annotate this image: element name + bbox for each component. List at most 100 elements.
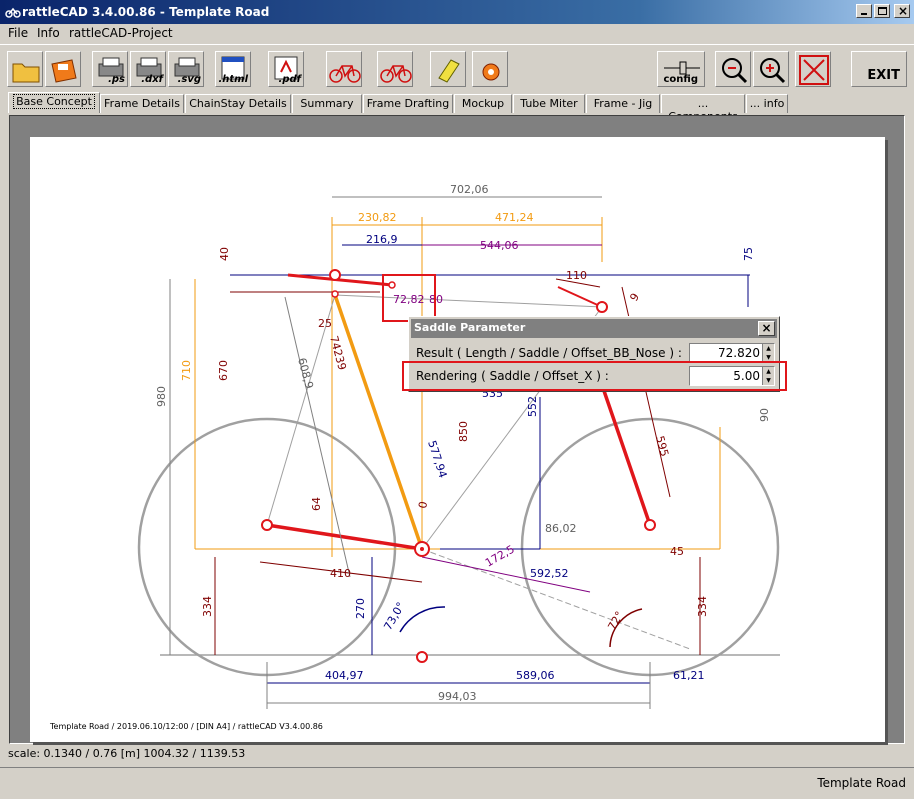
export-ps-button[interactable]: .ps bbox=[92, 51, 128, 87]
export-svg-button[interactable]: .svg bbox=[168, 51, 204, 87]
bike-compare-button[interactable] bbox=[377, 51, 413, 87]
dim-label[interactable]: 25 bbox=[318, 317, 332, 330]
rear-axle bbox=[261, 519, 273, 531]
bike-view-button[interactable] bbox=[326, 51, 362, 87]
bike-geometry-drawing[interactable]: 702,06 230,82 471,24 216,9 544,06 75 40 … bbox=[30, 137, 885, 742]
dim-label[interactable]: 86,02 bbox=[545, 522, 577, 535]
dim-label[interactable]: 270 bbox=[354, 598, 367, 619]
clear-button[interactable] bbox=[430, 51, 466, 87]
window-title: rattleCAD 3.4.00.86 - Template Road bbox=[22, 5, 270, 19]
dialog-close-button[interactable]: × bbox=[758, 321, 775, 336]
maximize-button[interactable] bbox=[874, 4, 890, 18]
tab-mockup[interactable]: Mockup bbox=[454, 94, 512, 113]
tab-components[interactable]: ... Components bbox=[661, 94, 745, 123]
folder-icon bbox=[12, 63, 40, 83]
dim-label[interactable]: 702,06 bbox=[450, 183, 489, 196]
dim-label[interactable]: 172,5 bbox=[483, 543, 517, 570]
dim-label[interactable]: 40 bbox=[218, 247, 231, 261]
dim-label[interactable]: 72° bbox=[605, 609, 626, 632]
zoom-out-icon bbox=[722, 58, 748, 84]
save-button[interactable] bbox=[45, 51, 81, 87]
result-label: Result ( Length / Saddle / Offset_BB_Nos… bbox=[416, 346, 682, 360]
tab-base-concept[interactable]: Base Concept bbox=[8, 92, 100, 113]
tab-tube-miter[interactable]: Tube Miter bbox=[513, 94, 585, 113]
result-value[interactable]: 72.820 bbox=[718, 346, 760, 360]
chainstay bbox=[266, 523, 423, 551]
dim-label[interactable]: 74239 bbox=[327, 334, 349, 371]
dim-label[interactable]: 994,03 bbox=[438, 690, 477, 703]
dim-label[interactable]: 334 bbox=[201, 596, 214, 617]
config-button[interactable]: config bbox=[657, 51, 705, 87]
export-pdf-button[interactable]: .pdf bbox=[268, 51, 304, 87]
dim-label[interactable]: 64 bbox=[310, 497, 323, 511]
zoom-in-button[interactable] bbox=[753, 51, 789, 87]
dim-label[interactable]: 230,82 bbox=[358, 211, 397, 224]
dim-label[interactable]: 334 bbox=[696, 596, 709, 617]
tab-frame-drafting[interactable]: Frame Drafting bbox=[363, 94, 453, 113]
menu-project[interactable]: rattleCAD-Project bbox=[69, 26, 173, 40]
dim-label[interactable]: 75 bbox=[742, 247, 755, 261]
dimension-labels: 702,06 230,82 471,24 216,9 544,06 75 40 … bbox=[155, 183, 771, 703]
dim-label[interactable]: 216,9 bbox=[366, 233, 398, 246]
dim-label[interactable]: 552 bbox=[526, 396, 539, 417]
close-window-button[interactable]: × bbox=[894, 4, 910, 18]
dim-label[interactable]: 471,24 bbox=[495, 211, 534, 224]
dim-label[interactable]: 592,52 bbox=[530, 567, 569, 580]
close-icon: × bbox=[898, 4, 909, 18]
rendering-highlight bbox=[402, 361, 787, 391]
dim-label[interactable]: 608,9 bbox=[295, 356, 316, 390]
dim-label[interactable]: 0 bbox=[416, 500, 430, 509]
dim-label[interactable]: 9 bbox=[627, 291, 642, 304]
save-icon bbox=[51, 59, 77, 83]
status-bar: Template Road bbox=[0, 767, 914, 799]
handlebar-point[interactable] bbox=[596, 301, 608, 313]
dim-label[interactable]: 404,97 bbox=[325, 669, 364, 682]
selection-marker bbox=[382, 274, 436, 322]
status-project-name: Template Road bbox=[817, 776, 906, 790]
dim-label[interactable]: 850 bbox=[457, 421, 470, 442]
menu-info[interactable]: Info bbox=[37, 26, 60, 40]
dim-label[interactable]: 61,21 bbox=[673, 669, 705, 682]
dim-label[interactable]: 544,06 bbox=[480, 239, 519, 252]
tab-chainstay-details[interactable]: ChainStay Details bbox=[185, 94, 291, 113]
export-dxf-button[interactable]: .dxf bbox=[130, 51, 166, 87]
tab-bar: Base Concept Frame Details ChainStay Det… bbox=[6, 92, 908, 123]
dim-label[interactable]: 980 bbox=[155, 386, 168, 407]
close-icon: × bbox=[761, 321, 772, 335]
export-html-button[interactable]: .html bbox=[215, 51, 251, 87]
fit-icon bbox=[799, 55, 829, 85]
zoom-out-button[interactable] bbox=[715, 51, 751, 87]
dim-label[interactable]: 589,06 bbox=[516, 669, 555, 682]
eraser-icon bbox=[438, 59, 460, 83]
front-wheel bbox=[520, 417, 780, 677]
app-icon bbox=[5, 7, 21, 18]
gear-icon bbox=[482, 63, 500, 81]
dim-label[interactable]: 710 bbox=[180, 360, 193, 381]
title-bar: rattleCAD 3.4.00.86 - Template Road × bbox=[0, 0, 914, 24]
menu-bar: File Info rattleCAD-Project bbox=[0, 24, 914, 42]
tab-frame-jig[interactable]: Frame - Jig bbox=[586, 94, 660, 113]
dim-label[interactable]: 670 bbox=[217, 360, 230, 381]
open-button[interactable] bbox=[7, 51, 43, 87]
front-axle bbox=[644, 519, 656, 531]
canvas-area[interactable]: 702,06 230,82 471,24 216,9 544,06 75 40 … bbox=[9, 115, 905, 744]
dim-label[interactable]: 595 bbox=[653, 434, 671, 458]
minimize-icon bbox=[861, 13, 867, 15]
dim-label[interactable]: 577,94 bbox=[425, 439, 449, 480]
result-spinbox[interactable]: 72.820 ▲ ▼ bbox=[689, 343, 775, 363]
menu-file[interactable]: File bbox=[8, 26, 28, 40]
spinner-arrows-icon[interactable]: ▲ ▼ bbox=[762, 344, 774, 362]
minimize-button[interactable] bbox=[856, 4, 872, 18]
exit-button[interactable]: EXIT bbox=[851, 51, 907, 87]
fit-to-window-button[interactable] bbox=[795, 51, 831, 87]
tab-info[interactable]: ... info bbox=[746, 94, 788, 113]
tab-frame-details[interactable]: Frame Details bbox=[100, 94, 184, 113]
dim-label[interactable]: 45 bbox=[670, 545, 684, 558]
drawing-sheet[interactable]: 702,06 230,82 471,24 216,9 544,06 75 40 … bbox=[30, 137, 885, 742]
dim-label[interactable]: 110 bbox=[566, 269, 587, 282]
dim-label[interactable]: 90 bbox=[758, 408, 771, 422]
render-button[interactable] bbox=[472, 51, 508, 87]
saddle-point[interactable] bbox=[329, 269, 341, 281]
tab-summary[interactable]: Summary bbox=[292, 94, 362, 113]
dim-label[interactable]: 410 bbox=[330, 567, 351, 580]
